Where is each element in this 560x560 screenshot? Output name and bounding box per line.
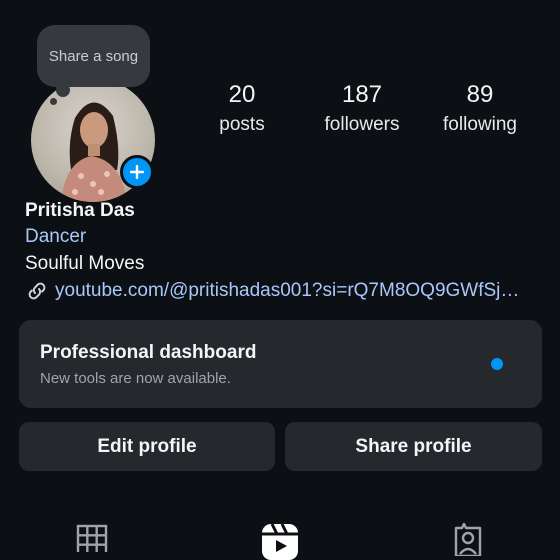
- posts-count: 20: [228, 81, 256, 108]
- following-count: 89: [466, 81, 494, 108]
- grid-icon: [76, 524, 108, 552]
- tab-posts-grid[interactable]: [72, 520, 112, 560]
- edit-profile-button[interactable]: Edit profile: [19, 422, 275, 471]
- notification-dot: [491, 358, 503, 370]
- followers-label: followers: [324, 114, 400, 135]
- link-icon: [28, 282, 46, 300]
- note-bubble[interactable]: Share a song: [37, 25, 150, 87]
- tagged-icon: [454, 522, 482, 556]
- dashboard-title: Professional dashboard: [40, 342, 257, 363]
- reels-icon: [262, 523, 298, 560]
- add-story-button[interactable]: [120, 155, 154, 189]
- professional-dashboard-card[interactable]: Professional dashboard New tools are now…: [19, 320, 542, 408]
- posts-stat[interactable]: 20 posts: [202, 80, 282, 140]
- followers-count: 187: [341, 81, 383, 108]
- following-stat[interactable]: 89 following: [432, 80, 528, 140]
- following-label: following: [443, 114, 517, 135]
- profile-category: Dancer: [25, 226, 87, 247]
- dashboard-subtitle: New tools are now available.: [40, 370, 231, 387]
- plus-icon: [130, 165, 144, 179]
- tab-tagged[interactable]: [448, 520, 488, 560]
- profile-link[interactable]: youtube.com/@pritishadas001?si=rQ7M8OQ9G…: [25, 277, 550, 305]
- posts-label: posts: [219, 114, 265, 135]
- profile-bio: Soulful Moves: [25, 253, 145, 274]
- note-bubble-tail-small: [50, 98, 57, 105]
- followers-stat[interactable]: 187 followers: [310, 80, 414, 140]
- note-text: Share a song: [48, 47, 139, 65]
- profile-link-text[interactable]: youtube.com/@pritishadas001?si=rQ7M8OQ9G…: [55, 277, 519, 305]
- share-profile-button[interactable]: Share profile: [285, 422, 542, 471]
- tab-reels[interactable]: [260, 520, 300, 560]
- profile-avatar-container[interactable]: [31, 78, 155, 202]
- profile-name: Pritisha Das: [25, 200, 135, 221]
